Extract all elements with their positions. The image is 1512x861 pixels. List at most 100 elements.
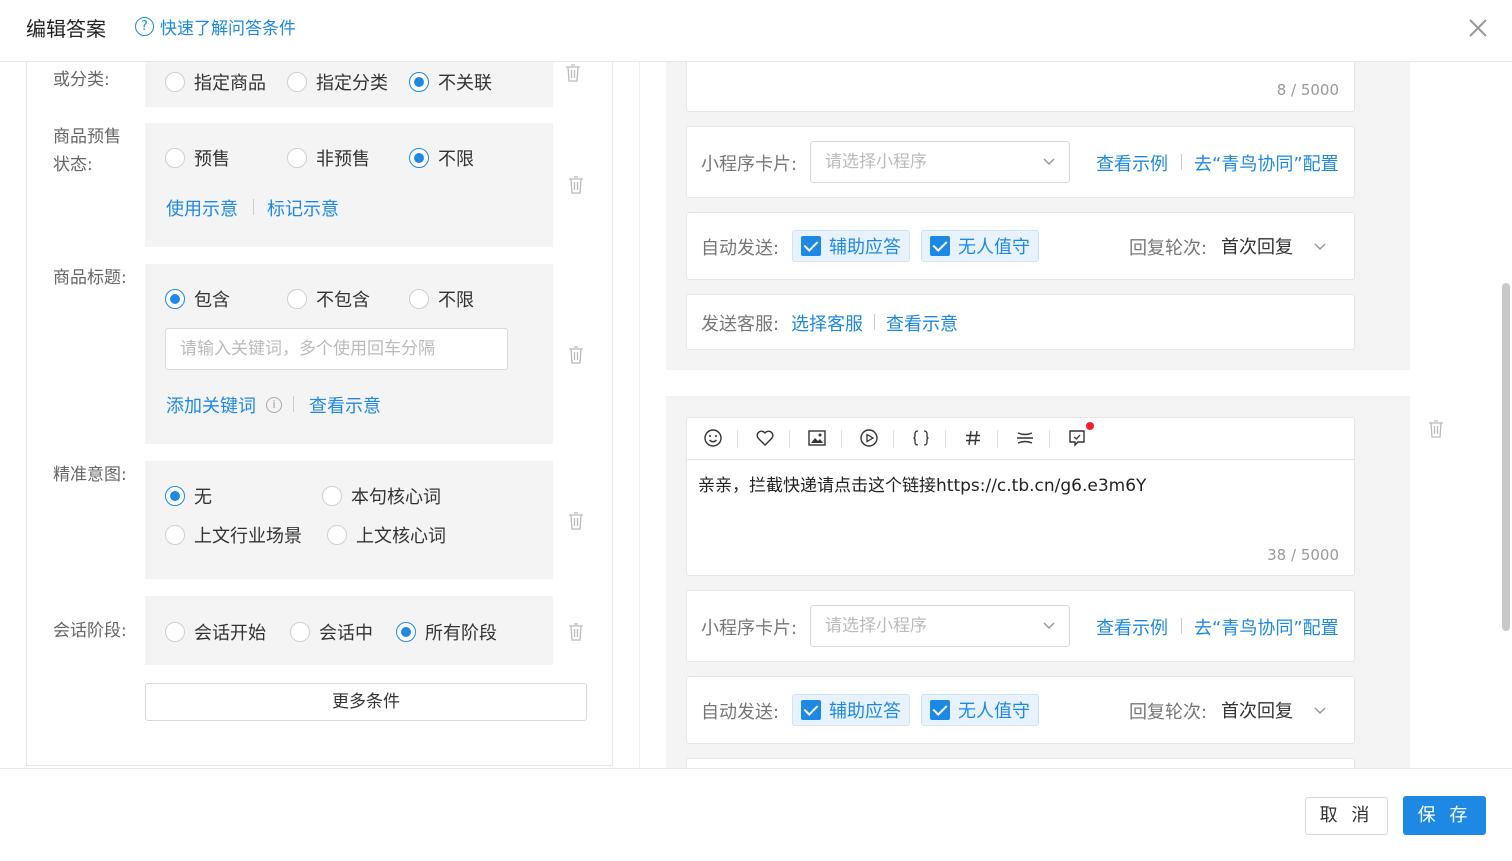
help-link[interactable]: ? 快速了解问答条件: [135, 14, 296, 39]
image-icon[interactable]: [807, 428, 827, 448]
checkbox-unattended[interactable]: 无人值守: [921, 230, 1039, 262]
radio-unlimited[interactable]: 不限: [409, 145, 474, 171]
radio-circle: [327, 525, 347, 545]
radio-presale[interactable]: 预售: [165, 145, 230, 171]
delete-intent-icon[interactable]: [568, 512, 584, 530]
checkbox-unattended[interactable]: 无人值守: [921, 694, 1039, 726]
answer-1-editor[interactable]: 8 / 5000: [686, 62, 1355, 112]
answer-1-agent-row: 发送客服: 选择客服 查看示意: [686, 294, 1355, 350]
auto-send-label: 自动发送:: [701, 702, 780, 723]
view-example-link[interactable]: 查看示例: [1096, 150, 1168, 176]
reply-round-label: 回复轮次:: [1129, 238, 1208, 259]
checkbox-assist-reply[interactable]: 辅助应答: [792, 230, 910, 262]
toolbar-separator: [893, 430, 894, 448]
usage-example-link[interactable]: 使用示意: [166, 195, 238, 221]
checkbox-assist-reply[interactable]: 辅助应答: [792, 694, 910, 726]
mark-example-link[interactable]: 标记示意: [267, 195, 339, 221]
radio-not-linked[interactable]: 不关联: [409, 69, 492, 95]
radio-circle: [287, 148, 307, 168]
radio-session-start[interactable]: 会话开始: [165, 619, 266, 645]
radio-circle: [287, 289, 307, 309]
char-counter: 8 / 5000: [1276, 81, 1339, 99]
dialog-footer: 取 消 保 存: [0, 768, 1512, 861]
answer-2-editor: 亲亲，拦截快递请点击这个链接https://c.tb.cn/g6.e3m6Y 3…: [686, 417, 1355, 576]
toolbar-separator: [841, 430, 842, 448]
answer-1-mini-program-row: 小程序卡片: 请选择小程序 查看示例 去“青鸟协同”配置: [686, 126, 1355, 198]
view-sample-link[interactable]: 查看示意: [886, 310, 958, 336]
reply-round-select[interactable]: 首次回复: [1221, 697, 1293, 723]
mini-program-select[interactable]: 请选择小程序: [810, 605, 1070, 647]
radio-not-contains[interactable]: 不包含: [287, 286, 370, 312]
answer-group-2: 亲亲，拦截快递请点击这个链接https://c.tb.cn/g6.e3m6Y 3…: [666, 396, 1410, 768]
link-separator: [293, 396, 294, 412]
answer-content[interactable]: 亲亲，拦截快递请点击这个链接https://c.tb.cn/g6.e3m6Y: [698, 471, 1146, 496]
add-keyword-link[interactable]: 添加关键词: [166, 392, 256, 418]
mini-program-label: 小程序卡片:: [701, 154, 798, 175]
view-example-link[interactable]: 查看示意: [309, 392, 381, 418]
radio-non-presale[interactable]: 非预售: [287, 145, 370, 171]
dialog-title: 编辑答案: [26, 17, 106, 41]
delete-presale-icon[interactable]: [568, 176, 584, 194]
delete-category-icon[interactable]: [565, 64, 581, 82]
answer-group-1: 8 / 5000 小程序卡片: 请选择小程序 查看示例 去“青鸟协同”配置 自动…: [666, 62, 1410, 370]
auto-send-label: 自动发送:: [701, 238, 780, 259]
close-icon[interactable]: [1466, 16, 1490, 40]
radio-specified-product[interactable]: 指定商品: [165, 69, 266, 95]
stage-condition-box: 会话开始 会话中 所有阶段: [145, 596, 553, 665]
help-link-label: 快速了解问答条件: [160, 19, 296, 39]
info-icon[interactable]: i: [266, 397, 282, 413]
link-separator: [1181, 618, 1182, 634]
radio-specified-category[interactable]: 指定分类: [287, 69, 388, 95]
answer-2-mini-program-row: 小程序卡片: 请选择小程序 查看示例 去“青鸟协同”配置: [686, 590, 1355, 662]
radio-circle-selected: [165, 486, 185, 506]
intent-condition-box: 无 本句核心词 上文行业场景 上文核心词: [145, 461, 553, 579]
toolbar-separator: [737, 430, 738, 448]
link-separator: [1181, 154, 1182, 170]
radio-none[interactable]: 无: [165, 483, 212, 509]
hash-icon[interactable]: [963, 428, 983, 448]
delete-answer-icon[interactable]: [1428, 420, 1444, 438]
radio-circle-selected: [409, 72, 429, 92]
more-conditions-button[interactable]: 更多条件: [145, 683, 587, 721]
char-counter: 38 / 5000: [1267, 546, 1339, 564]
radio-contains[interactable]: 包含: [165, 286, 230, 312]
category-condition-box: 指定商品 指定分类 不关联: [145, 62, 553, 107]
title-condition-box: 包含 不包含 不限 请输入关键词，多个使用回车分隔 添加关键词 i 查看示意: [145, 264, 553, 444]
reply-round-select[interactable]: 首次回复: [1221, 233, 1293, 259]
choose-agent-link[interactable]: 选择客服: [791, 310, 863, 336]
keyword-input[interactable]: 请输入关键词，多个使用回车分隔: [165, 328, 508, 370]
reply-round-label: 回复轮次:: [1129, 702, 1208, 723]
delete-title-icon[interactable]: [568, 346, 584, 364]
configure-link[interactable]: 去“青鸟协同”配置: [1194, 150, 1339, 176]
smile-icon[interactable]: [703, 428, 723, 448]
heart-icon[interactable]: [755, 428, 775, 448]
braces-icon[interactable]: [911, 428, 931, 448]
cancel-button[interactable]: 取 消: [1305, 797, 1388, 835]
delete-stage-icon[interactable]: [568, 623, 584, 641]
toolbar-separator: [945, 430, 946, 448]
scrollbar-thumb[interactable]: [1502, 283, 1510, 631]
configure-link[interactable]: 去“青鸟协同”配置: [1194, 614, 1339, 640]
toolbar-separator: [789, 430, 790, 448]
radio-circle: [409, 289, 429, 309]
radio-context-keyword[interactable]: 上文核心词: [327, 522, 446, 548]
radio-context-industry[interactable]: 上文行业场景: [165, 522, 302, 548]
conditions-panel: 或分类: 指定商品 指定分类 不关联 商品预售 状态: 预售 非预售 不限 使用…: [26, 62, 613, 766]
save-button[interactable]: 保 存: [1403, 796, 1486, 835]
mini-program-label: 小程序卡片:: [701, 618, 798, 639]
radio-in-session[interactable]: 会话中: [290, 619, 373, 645]
radio-all-stages[interactable]: 所有阶段: [396, 619, 497, 645]
video-icon[interactable]: [859, 428, 879, 448]
mini-program-select[interactable]: 请选择小程序: [810, 141, 1070, 183]
radio-unlimited[interactable]: 不限: [409, 286, 474, 312]
presale-label-line2: 状态:: [53, 155, 93, 175]
chevron-down-icon[interactable]: [1313, 705, 1327, 717]
radio-sentence-keyword[interactable]: 本句核心词: [322, 483, 441, 509]
comment-icon[interactable]: [1067, 428, 1087, 448]
view-example-link[interactable]: 查看示例: [1096, 614, 1168, 640]
send-agent-label: 发送客服:: [701, 314, 780, 335]
radio-circle: [165, 622, 185, 642]
divider-icon[interactable]: [1015, 428, 1035, 448]
chevron-down-icon[interactable]: [1313, 241, 1327, 253]
radio-circle: [287, 72, 307, 92]
